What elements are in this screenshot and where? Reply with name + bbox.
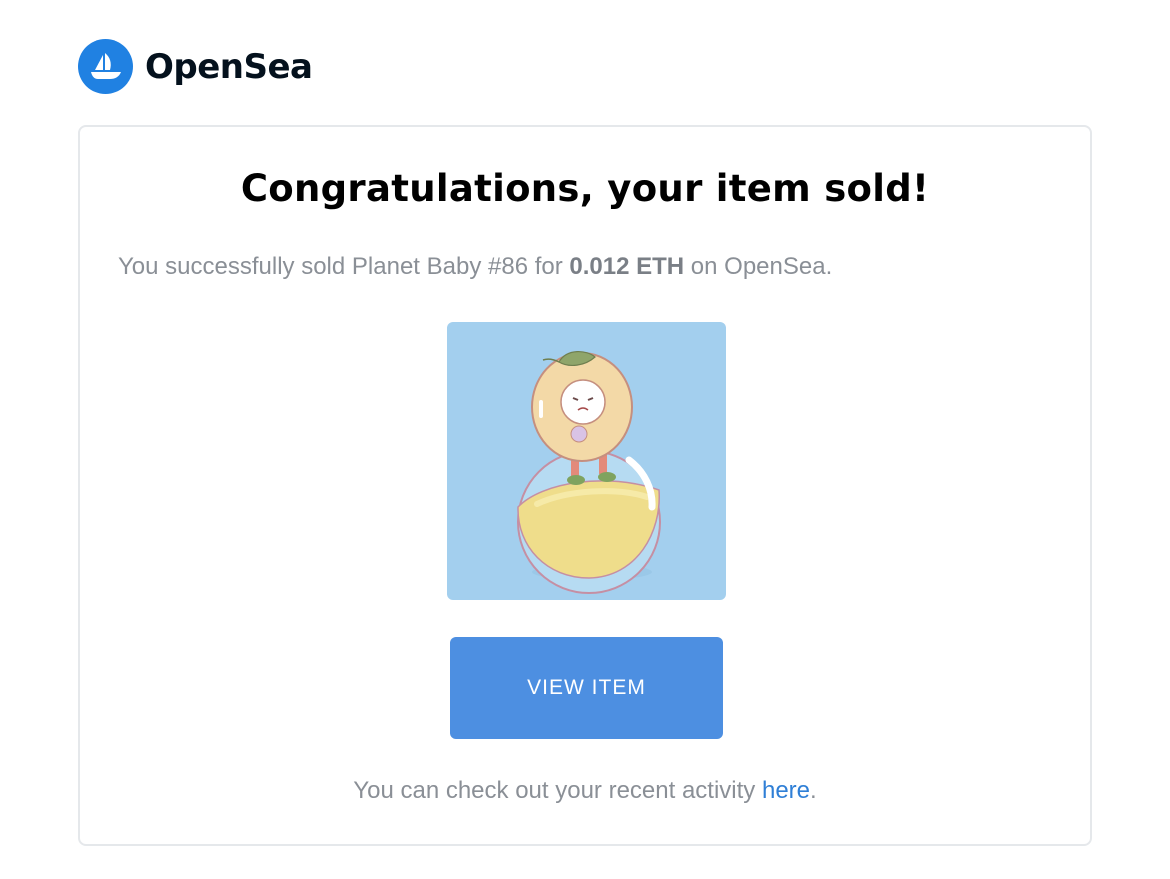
email-page: OpenSea Congratulations, your item sold!… (0, 0, 1170, 879)
sale-message: You successfully sold Planet Baby #86 fo… (118, 253, 832, 281)
card-title: Congratulations, your item sold! (240, 167, 930, 210)
sale-notification-card: Congratulations, your item sold! You suc… (78, 125, 1092, 846)
activity-link[interactable]: here (762, 777, 810, 804)
brand-name: OpenSea (145, 46, 313, 87)
activity-note-suffix: . (810, 777, 817, 804)
brand-header[interactable]: OpenSea (78, 39, 313, 94)
sale-message-prefix: You successfully sold Planet Baby #86 fo… (118, 253, 563, 280)
sale-price: 0.012 ETH (569, 253, 685, 280)
sale-message-suffix: on OpenSea. (690, 253, 833, 280)
view-item-button[interactable]: VIEW ITEM (450, 637, 723, 739)
activity-note: You can check out your recent activity h… (80, 777, 1090, 805)
opensea-ship-icon (78, 39, 133, 94)
planet-baby-nft-artwork[interactable] (447, 322, 726, 600)
activity-note-prefix: You can check out your recent activity (353, 777, 756, 804)
